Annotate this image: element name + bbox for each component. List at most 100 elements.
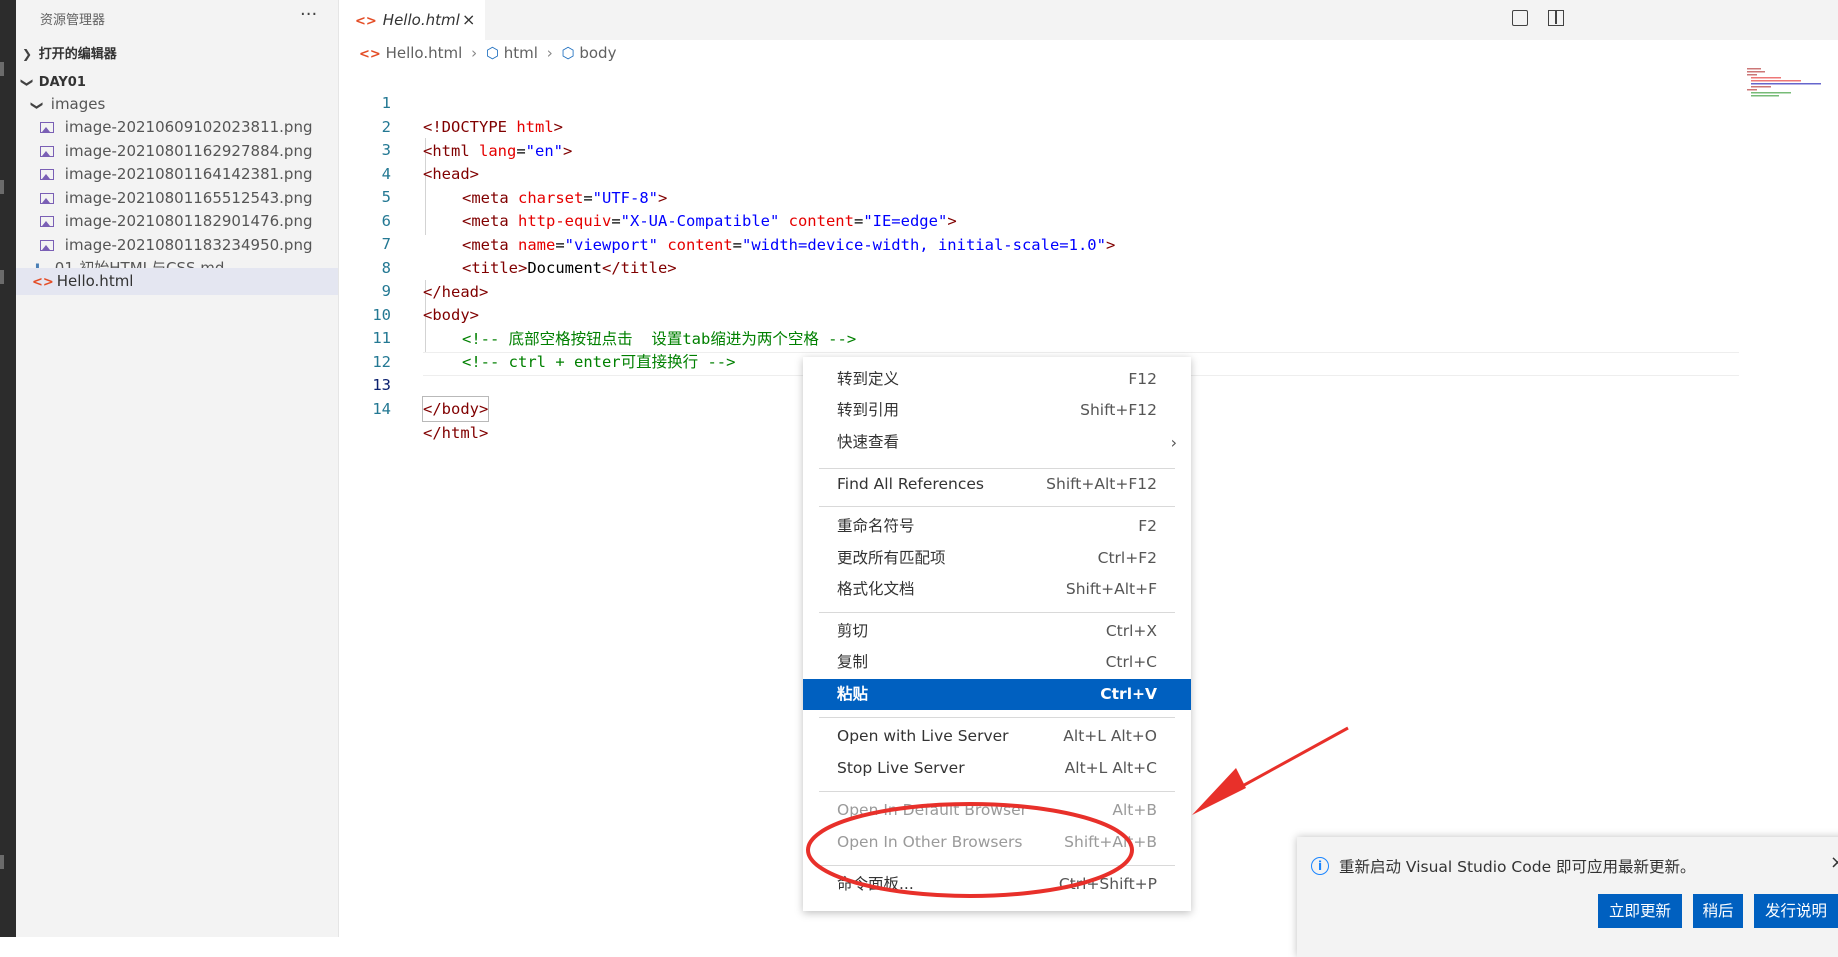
file-label: image-20210801165512543.png bbox=[64, 189, 313, 207]
menu-shortcut: Ctrl+C bbox=[1105, 653, 1157, 671]
line-number: 14 bbox=[372, 399, 391, 418]
submenu-chevron-icon: › bbox=[1170, 433, 1177, 452]
menu-item-open-default-browser[interactable]: Open In Default Browser Alt+B bbox=[803, 795, 1191, 826]
code-line: 5 <meta http-equiv="X-UA-Compatible" con… bbox=[339, 161, 957, 230]
code-token: </html> bbox=[423, 423, 489, 442]
menu-item-open-live-server[interactable]: Open with Live Server Alt+L Alt+O bbox=[803, 721, 1191, 752]
release-notes-button[interactable]: 发行说明 bbox=[1754, 894, 1838, 928]
image-file-icon bbox=[40, 122, 54, 133]
split-editor-icon[interactable] bbox=[1548, 10, 1564, 26]
menu-label: 快速查看 bbox=[837, 433, 900, 451]
menu-shortcut: Shift+Alt+F bbox=[1065, 580, 1157, 598]
chevron-right-icon: ❯ bbox=[21, 47, 33, 61]
file-item[interactable]: image-20210609102023811.png bbox=[16, 114, 338, 141]
more-actions-icon[interactable]: ··· bbox=[300, 4, 317, 25]
image-file-icon bbox=[40, 193, 54, 204]
code-line: 6 <meta name="viewport" content="width=d… bbox=[339, 185, 1116, 254]
code-token: > bbox=[563, 141, 573, 160]
file-item[interactable]: image-20210801182901476.png bbox=[16, 208, 338, 235]
code-line: 8 </head> bbox=[339, 232, 489, 301]
menu-separator bbox=[819, 865, 1175, 866]
close-icon[interactable]: × bbox=[1830, 852, 1838, 873]
breadcrumb-html[interactable]: html bbox=[504, 44, 538, 62]
menu-item-copy[interactable]: 复制 Ctrl+C bbox=[803, 647, 1191, 678]
code-token: <html bbox=[423, 141, 479, 160]
menu-item-paste[interactable]: 粘贴 Ctrl+V bbox=[803, 679, 1191, 710]
menu-item-cut[interactable]: 剪切 Ctrl+X bbox=[803, 616, 1191, 647]
code-comment: <!-- 底部空格按钮点击 设置tab缩进为两个空格 --> bbox=[462, 329, 857, 348]
close-tab-icon[interactable]: × bbox=[462, 0, 475, 40]
menu-separator bbox=[819, 791, 1175, 792]
menu-label: 剪切 bbox=[837, 622, 869, 640]
code-line: 10 <!-- 底部空格按钮点击 设置tab缩进为两个空格 --> bbox=[339, 279, 856, 348]
image-file-icon bbox=[40, 216, 54, 227]
code-line: 3 <head> bbox=[339, 114, 479, 183]
minimap[interactable] bbox=[1745, 68, 1825, 98]
activity-indicator bbox=[0, 62, 4, 76]
breadcrumb-separator-icon: › bbox=[471, 44, 478, 62]
menu-item-find-all-references[interactable]: Find All References Shift+Alt+F12 bbox=[803, 469, 1191, 500]
symbol-cube-icon: ⬡ bbox=[485, 44, 499, 62]
menu-shortcut: Alt+L Alt+C bbox=[1064, 759, 1157, 777]
file-item-html-selected[interactable]: <> Hello.html bbox=[16, 268, 338, 295]
later-button[interactable]: 稍后 bbox=[1693, 894, 1743, 928]
code-token: http-equiv bbox=[518, 212, 612, 230]
tab-hello-html[interactable]: <> Hello.html × bbox=[339, 0, 485, 40]
breadcrumb: <> Hello.html › ⬡ html › ⬡ body bbox=[359, 44, 616, 62]
annotation-arrow-head bbox=[1192, 768, 1246, 815]
code-line-current: 13 </body> bbox=[339, 349, 490, 422]
code-token: <meta bbox=[462, 188, 518, 207]
activity-indicator bbox=[0, 180, 4, 194]
notification-message: 重新启动 Visual Studio Code 即可应用最新更新。 bbox=[1339, 858, 1696, 876]
breadcrumb-body[interactable]: body bbox=[579, 44, 616, 62]
open-editors-section[interactable]: ❯ 打开的编辑器 bbox=[16, 40, 338, 67]
menu-label: 更改所有匹配项 bbox=[837, 549, 946, 567]
code-token: </head> bbox=[423, 282, 489, 301]
tab-label: Hello.html bbox=[382, 11, 460, 29]
menu-label: 转到定义 bbox=[837, 370, 900, 388]
code-comment: <!-- ctrl + enter可直接换行 --> bbox=[462, 353, 736, 371]
update-now-button[interactable]: 立即更新 bbox=[1598, 894, 1682, 928]
menu-label: Open with Live Server bbox=[837, 727, 1009, 745]
menu-label: 格式化文档 bbox=[837, 580, 915, 598]
file-item[interactable]: image-20210801164142381.png bbox=[16, 161, 338, 188]
open-preview-icon[interactable] bbox=[1512, 10, 1528, 26]
menu-label: Find All References bbox=[837, 475, 984, 493]
code-token: charset bbox=[518, 188, 584, 207]
menu-item-stop-live-server[interactable]: Stop Live Server Alt+L Alt+C bbox=[803, 753, 1191, 784]
menu-shortcut: Shift+Alt+F12 bbox=[1046, 475, 1157, 493]
code-token: "X-UA-Compatible" bbox=[620, 212, 780, 230]
html-file-icon: <> bbox=[359, 47, 381, 62]
menu-item-change-all-occurrences[interactable]: 更改所有匹配项 Ctrl+F2 bbox=[803, 543, 1191, 574]
code-line: 14 </html> bbox=[339, 373, 488, 442]
breadcrumb-file[interactable]: Hello.html bbox=[386, 44, 463, 62]
code-token: <!DOCTYPE bbox=[423, 118, 517, 136]
code-line: 7 <title>Document</title> bbox=[339, 208, 677, 277]
activity-bar bbox=[0, 0, 16, 937]
menu-label: Open In Other Browsers bbox=[837, 833, 1023, 851]
menu-item-go-to-definition[interactable]: 转到定义 F12 bbox=[803, 364, 1191, 395]
menu-shortcut: Shift+Alt+B bbox=[1064, 833, 1157, 851]
html-file-icon: <> bbox=[355, 14, 377, 29]
menu-shortcut: F2 bbox=[1138, 517, 1157, 535]
menu-label: 命令面板... bbox=[837, 875, 914, 893]
activity-indicator bbox=[0, 855, 4, 869]
file-label: image-20210609102023811.png bbox=[64, 118, 313, 136]
menu-item-command-palette[interactable]: 命令面板... Ctrl+Shift+P bbox=[803, 869, 1191, 900]
menu-shortcut: Alt+B bbox=[1112, 801, 1157, 819]
menu-item-format-document[interactable]: 格式化文档 Shift+Alt+F bbox=[803, 574, 1191, 605]
menu-item-open-other-browsers[interactable]: Open In Other Browsers Shift+Alt+B bbox=[803, 827, 1191, 858]
explorer-sidebar: 资源管理器 ··· ❯ 打开的编辑器 ❯ DAY01 ❯ images imag… bbox=[16, 0, 339, 937]
code-line: 1 <!DOCTYPE html> bbox=[339, 67, 563, 136]
menu-item-go-to-references[interactable]: 转到引用 Shift+F12 bbox=[803, 395, 1191, 426]
code-token: <head> bbox=[423, 165, 479, 183]
menu-shortcut: Ctrl+X bbox=[1105, 622, 1157, 640]
menu-label: Stop Live Server bbox=[837, 759, 965, 777]
code-token: <body> bbox=[423, 306, 479, 324]
menu-item-rename-symbol[interactable]: 重命名符号 F2 bbox=[803, 511, 1191, 542]
menu-item-peek[interactable]: 快速查看 › bbox=[803, 427, 1191, 458]
menu-separator bbox=[819, 612, 1175, 613]
menu-label: 复制 bbox=[837, 653, 869, 671]
menu-shortcut: Ctrl+F2 bbox=[1097, 549, 1157, 567]
update-notification: i 重新启动 Visual Studio Code 即可应用最新更新。 × 立即… bbox=[1297, 837, 1838, 957]
